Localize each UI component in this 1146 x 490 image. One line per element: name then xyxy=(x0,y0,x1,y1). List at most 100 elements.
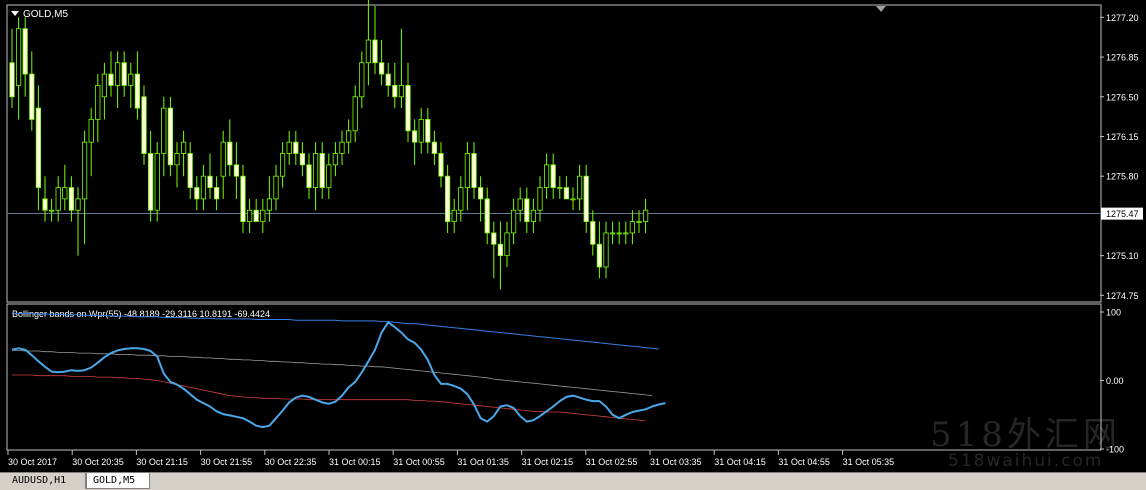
candle-body xyxy=(194,187,200,200)
terminal-window: 1277.20 1276.85 1276.50 1276.15 1275.80 1275.… xyxy=(0,0,1146,490)
candle-body xyxy=(266,198,273,211)
candle-body xyxy=(365,39,372,64)
candle-body xyxy=(49,209,55,212)
candle-body xyxy=(339,141,345,154)
candle-body xyxy=(42,198,48,211)
candle-body xyxy=(425,119,431,143)
candle-body xyxy=(161,107,167,154)
candle-body xyxy=(326,164,332,188)
candle-body xyxy=(557,187,563,189)
candle-body xyxy=(174,153,180,166)
time-tick-label: 31 Oct 05:35 xyxy=(843,457,895,467)
indicator-tick-label: 0.00 xyxy=(1106,376,1124,386)
candle-body xyxy=(312,153,319,188)
candle-body xyxy=(22,28,28,75)
candle-body xyxy=(629,221,636,234)
candle-body xyxy=(411,130,418,143)
candle-body xyxy=(577,175,583,200)
candle-body xyxy=(570,198,576,201)
candle-body xyxy=(88,119,94,143)
candle-body xyxy=(29,73,35,120)
candle-body xyxy=(471,153,477,188)
candle-body xyxy=(616,232,622,235)
candle-body xyxy=(207,175,213,188)
candle-body xyxy=(35,107,42,188)
candle-body xyxy=(517,198,523,211)
time-tick-label: 30 Oct 22:35 xyxy=(265,457,317,467)
candle-body xyxy=(359,62,365,98)
candle-body xyxy=(464,153,471,188)
candle-body xyxy=(405,85,411,132)
candle-body xyxy=(253,209,259,222)
candle-body xyxy=(398,85,405,98)
candle-body xyxy=(293,141,299,154)
candle-body xyxy=(372,39,378,64)
candle-body xyxy=(477,187,484,200)
candle-body xyxy=(563,187,570,200)
candle-body xyxy=(451,209,457,222)
time-tick-label: 31 Oct 04:55 xyxy=(778,457,830,467)
tab-gold-m5[interactable]: GOLD,M5 xyxy=(86,473,150,489)
candle-body xyxy=(108,73,114,86)
candle-body xyxy=(128,73,134,86)
candle-body xyxy=(491,232,497,245)
candle-body xyxy=(392,85,398,98)
candle-body xyxy=(444,175,451,222)
candle-body xyxy=(115,62,121,86)
candle-body xyxy=(220,141,226,177)
indicator-tick-label: -100 xyxy=(1106,445,1124,455)
candle-body xyxy=(378,62,385,75)
candle-body xyxy=(233,164,239,177)
candle-body xyxy=(154,153,160,211)
candle-body xyxy=(279,153,286,177)
candle-body xyxy=(484,198,490,234)
chart-title: GOLD,M5 xyxy=(23,9,68,20)
indicator-frame xyxy=(6,303,1102,451)
current-price-label: 1275.47 xyxy=(1106,209,1139,219)
time-tick-label: 31 Oct 03:35 xyxy=(650,457,702,467)
candle-body xyxy=(82,141,88,200)
tab-audusd-h1[interactable]: AUDUSD,H1 xyxy=(6,473,86,489)
candle-body xyxy=(583,175,589,222)
candle-body xyxy=(213,187,220,200)
candle-body xyxy=(141,96,147,154)
candle-body xyxy=(458,187,464,211)
candle-body xyxy=(299,153,306,166)
candle-body xyxy=(385,73,391,86)
candle-body xyxy=(15,28,22,86)
candle-body xyxy=(180,141,187,154)
candle-body xyxy=(319,153,325,188)
candle-body xyxy=(537,187,543,211)
candle-body xyxy=(643,209,649,222)
candle-body xyxy=(147,153,154,211)
time-tick-label: 30 Oct 21:55 xyxy=(201,457,253,467)
price-tick-label: 1276.50 xyxy=(1106,92,1139,102)
candle-body xyxy=(544,164,550,188)
time-tick-label: 30 Oct 2017 xyxy=(8,457,57,467)
candle-body xyxy=(510,209,517,234)
chart-canvas[interactable]: 1277.20 1276.85 1276.50 1276.15 1275.80 1275.… xyxy=(0,0,1146,472)
time-tick-label: 31 Oct 00:55 xyxy=(393,457,445,467)
price-tick-label: 1277.20 xyxy=(1106,13,1139,23)
price-tick-label: 1276.85 xyxy=(1106,53,1139,63)
candle-body xyxy=(286,141,292,154)
time-tick-label: 31 Oct 00:15 xyxy=(329,457,381,467)
candle-body xyxy=(95,85,101,120)
candle-body xyxy=(9,62,15,98)
price-tick-label: 1275.10 xyxy=(1106,251,1139,261)
candle-body xyxy=(240,175,246,222)
candle-body xyxy=(273,175,279,200)
time-tick-label: 31 Oct 02:55 xyxy=(586,457,638,467)
candle-body xyxy=(134,73,140,109)
candle-body xyxy=(332,153,339,166)
candle-body xyxy=(438,153,444,177)
candle-body xyxy=(636,221,642,223)
candle-body xyxy=(497,243,504,257)
time-tick-label: 31 Oct 04:15 xyxy=(714,457,766,467)
candle-body xyxy=(75,198,81,211)
indicator-tick-label: 100 xyxy=(1106,308,1121,318)
candle-body xyxy=(550,164,556,188)
candle-body xyxy=(352,96,358,132)
candle-body xyxy=(623,232,629,235)
candle-body xyxy=(418,119,424,143)
